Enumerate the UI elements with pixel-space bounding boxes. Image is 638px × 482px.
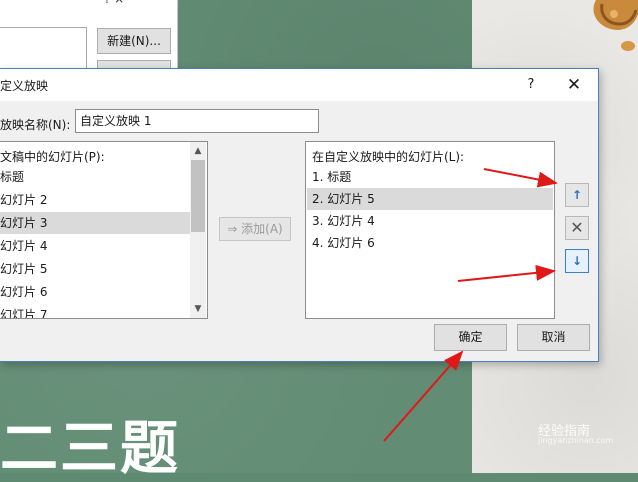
watermark: 经验指南 jingyanzhinan.com xyxy=(538,420,613,445)
ok-button[interactable]: 确定 xyxy=(434,324,507,351)
list-item[interactable]: 3. 幻灯片 4 xyxy=(307,210,553,232)
presentation-slides-list[interactable]: 文稿中的幻灯片(P): 标题 幻灯片 2 幻灯片 3 幻灯片 4 幻灯片 5 幻… xyxy=(0,141,208,319)
list-item[interactable]: 幻灯片 5 xyxy=(0,258,190,280)
add-button-label: 添加(A) xyxy=(241,222,283,236)
define-custom-show-dialog: 定义放映 ? ✕ 放映名称(N): 自定义放映 1 文稿中的幻灯片(P): 标题… xyxy=(0,68,599,362)
add-arrow-icon: ⇒ xyxy=(227,222,238,236)
cancel-button[interactable]: 取消 xyxy=(517,324,590,351)
list-item-selected[interactable]: 幻灯片 3 xyxy=(0,212,190,234)
list-item[interactable]: 幻灯片 2 xyxy=(0,189,190,211)
background-dialog: ? × 新建(N)... xyxy=(0,0,178,73)
pastry-decoration xyxy=(593,0,638,51)
arrow-down-icon: ↓ xyxy=(571,254,583,268)
arrow-up-icon: ↑ xyxy=(571,188,583,202)
new-button[interactable]: 新建(N)... xyxy=(97,28,171,54)
custom-show-slides-list[interactable]: 在自定义放映中的幻灯片(L): 1. 标题 2. 幻灯片 5 3. 幻灯片 4 … xyxy=(305,141,555,319)
dialog-title: 定义放映 xyxy=(0,79,49,93)
show-name-label: 放映名称(N): xyxy=(0,118,71,132)
scroll-down-icon[interactable]: ▼ xyxy=(190,302,206,316)
close-button[interactable]: ✕ xyxy=(560,73,588,97)
list-item[interactable]: 幻灯片 6 xyxy=(0,281,190,303)
presentation-slides-header: 文稿中的幻灯片(P): xyxy=(0,150,105,164)
help-button[interactable]: ? xyxy=(518,73,544,97)
custom-show-slides-header: 在自定义放映中的幻灯片(L): xyxy=(312,150,465,164)
move-up-button[interactable]: ↑ xyxy=(565,183,589,207)
list-item[interactable]: 标题 xyxy=(0,166,190,188)
scroll-up-icon[interactable]: ▲ xyxy=(190,144,206,158)
list-item[interactable]: 幻灯片 7 xyxy=(0,304,190,318)
list-item[interactable]: 4. 幻灯片 6 xyxy=(307,232,553,254)
slide-title-text: 二三题 xyxy=(0,414,181,482)
left-list-scrollbar[interactable]: ▲ ▼ xyxy=(190,142,206,318)
list-item[interactable]: 幻灯片 4 xyxy=(0,235,190,257)
background-dialog-title-icons: ? × xyxy=(104,0,124,6)
watermark-subtext: jingyanzhinan.com xyxy=(538,436,614,445)
move-down-button[interactable]: ↓ xyxy=(565,249,589,273)
scroll-thumb[interactable] xyxy=(191,160,205,232)
dialog-titlebar: 定义放映 ? ✕ xyxy=(0,69,598,101)
background-dialog-list[interactable] xyxy=(0,27,87,71)
list-item[interactable]: 1. 标题 xyxy=(307,166,553,188)
list-item-selected[interactable]: 2. 幻灯片 5 xyxy=(307,188,553,210)
add-button[interactable]: ⇒ 添加(A) xyxy=(219,217,291,241)
remove-button[interactable]: ✕ xyxy=(565,216,589,240)
close-icon: ✕ xyxy=(570,218,584,237)
show-name-input[interactable]: 自定义放映 1 xyxy=(75,109,319,133)
